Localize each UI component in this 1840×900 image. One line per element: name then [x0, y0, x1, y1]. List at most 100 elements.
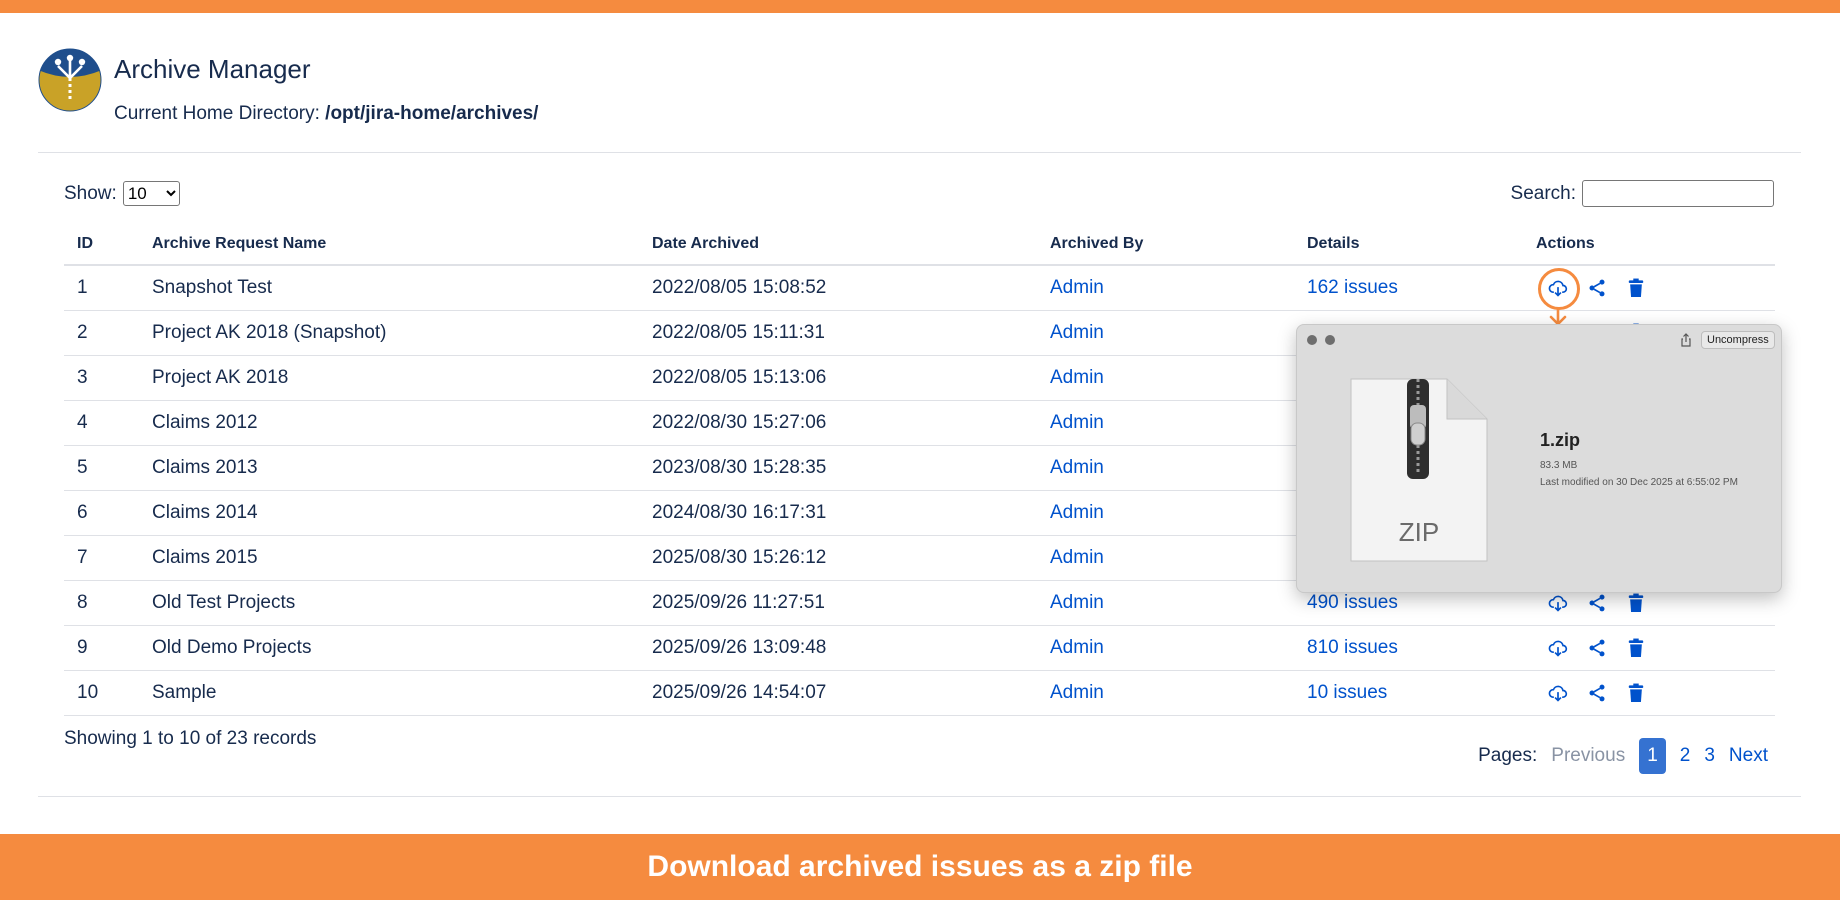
app-title: Archive Manager	[114, 54, 311, 84]
column-header-archived-by[interactable]: Archived By	[1050, 224, 1307, 266]
cell-id: 5	[64, 445, 152, 491]
download-cloud-icon[interactable]	[1548, 638, 1568, 658]
cell-date: 2022/08/05 15:08:52	[652, 265, 1050, 311]
cell-id: 7	[64, 535, 152, 581]
trash-icon[interactable]	[1626, 683, 1646, 703]
column-header-id[interactable]: ID	[64, 224, 152, 266]
zip-preview-window: Uncompress ZIP 1.zip 83.3 MB Last modifi…	[1296, 324, 1782, 593]
home-directory-path: /opt/jira-home/archives/	[325, 103, 539, 124]
cell-date: 2025/09/26 14:54:07	[652, 670, 1050, 716]
page-2-button[interactable]: 2	[1680, 745, 1691, 767]
cell-name: Project AK 2018 (Snapshot)	[152, 310, 652, 356]
cell-id: 8	[64, 580, 152, 626]
search-input[interactable]	[1582, 180, 1774, 207]
cell-name: Claims 2012	[152, 400, 652, 446]
share-icon[interactable]	[1587, 638, 1607, 658]
cell-id: 1	[64, 265, 152, 311]
trash-icon[interactable]	[1626, 638, 1646, 658]
archived-by-link[interactable]: Admin	[1050, 490, 1307, 536]
cell-actions	[1536, 625, 1775, 671]
show-label: Show:	[64, 182, 117, 204]
cell-name: Sample	[152, 670, 652, 716]
download-cloud-icon[interactable]	[1548, 683, 1568, 703]
cell-id: 10	[64, 670, 152, 716]
top-accent-bar	[0, 0, 1840, 13]
archived-by-link[interactable]: Admin	[1050, 445, 1307, 491]
details-link[interactable]: 810 issues	[1307, 625, 1536, 671]
file-modified: Last modified on 30 Dec 2025 at 6:55:02 …	[1540, 477, 1738, 488]
share-sheet-icon[interactable]	[1679, 333, 1693, 347]
table-row: 10 Sample 2025/09/26 14:54:07 Admin 10 issue…	[64, 670, 1775, 716]
cell-date: 2025/09/26 11:27:51	[652, 580, 1050, 626]
cell-actions	[1536, 670, 1775, 716]
close-window-icon[interactable]	[1307, 335, 1317, 345]
cell-id: 9	[64, 625, 152, 671]
previous-page-button[interactable]: Previous	[1551, 745, 1625, 767]
archived-by-link[interactable]: Admin	[1050, 535, 1307, 581]
cell-name: Claims 2013	[152, 445, 652, 491]
cell-id: 3	[64, 355, 152, 401]
table-row: 9 Old Demo Projects 2025/09/26 13:09:48 Adm…	[64, 625, 1775, 671]
header: Archive Manager Current Home Directory: …	[38, 48, 1801, 152]
page-3-button[interactable]: 3	[1704, 745, 1715, 767]
file-name: 1.zip	[1540, 430, 1581, 450]
cell-name: Snapshot Test	[152, 265, 652, 311]
details-link[interactable]: 10 issues	[1307, 670, 1536, 716]
share-icon[interactable]	[1587, 683, 1607, 703]
next-page-button[interactable]: Next	[1729, 745, 1768, 767]
uncompress-button[interactable]: Uncompress	[1701, 331, 1775, 349]
zip-file-icon: ZIP	[1350, 378, 1488, 562]
zip-icon-label: ZIP	[1399, 517, 1439, 547]
file-size: 83.3 MB	[1540, 460, 1578, 471]
cell-date: 2022/08/05 15:11:31	[652, 310, 1050, 356]
cell-date: 2022/08/05 15:13:06	[652, 355, 1050, 401]
cell-date: 2025/08/30 15:26:12	[652, 535, 1050, 581]
search-label: Search:	[1510, 182, 1576, 204]
cell-date: 2023/08/30 15:28:35	[652, 445, 1050, 491]
cell-name: Claims 2015	[152, 535, 652, 581]
archived-by-link[interactable]: Admin	[1050, 625, 1307, 671]
cell-name: Old Test Projects	[152, 580, 652, 626]
cell-id: 4	[64, 400, 152, 446]
archived-by-link[interactable]: Admin	[1050, 310, 1307, 356]
cell-name: Claims 2014	[152, 490, 652, 536]
home-directory-label: Current Home Directory:	[114, 103, 320, 124]
archived-by-link[interactable]: Admin	[1050, 355, 1307, 401]
archived-by-link[interactable]: Admin	[1050, 670, 1307, 716]
column-header-actions: Actions	[1536, 224, 1775, 266]
cell-name: Old Demo Projects	[152, 625, 652, 671]
download-cloud-icon[interactable]	[1548, 593, 1568, 613]
cell-name: Project AK 2018	[152, 355, 652, 401]
archive-logo-icon	[38, 48, 102, 112]
archived-by-link[interactable]: Admin	[1050, 265, 1307, 311]
page-size-select[interactable]: 10	[122, 181, 180, 206]
records-info: Showing 1 to 10 of 23 records	[64, 728, 317, 749]
archived-by-link[interactable]: Admin	[1050, 400, 1307, 446]
cell-date: 2024/08/30 16:17:31	[652, 490, 1050, 536]
archived-by-link[interactable]: Admin	[1050, 580, 1307, 626]
caption-banner: Download archived issues as a zip file	[0, 834, 1840, 900]
table-row: 1 Snapshot Test 2022/08/05 15:08:52 Admin 16…	[64, 265, 1775, 311]
share-icon[interactable]	[1587, 593, 1607, 613]
cell-id: 6	[64, 490, 152, 536]
column-header-name[interactable]: Archive Request Name	[152, 224, 652, 266]
divider	[38, 152, 1801, 153]
search-control: Search:	[1511, 180, 1774, 207]
minimize-window-icon[interactable]	[1325, 335, 1335, 345]
pages-label: Pages:	[1478, 745, 1538, 766]
details-link[interactable]: 162 issues	[1307, 265, 1536, 311]
trash-icon[interactable]	[1626, 278, 1646, 298]
cell-id: 2	[64, 310, 152, 356]
divider	[38, 796, 1801, 797]
table-header-row: ID Archive Request Name Date Archived Ar…	[64, 224, 1775, 266]
share-icon[interactable]	[1587, 278, 1607, 298]
home-directory: Current Home Directory: /opt/jira-home/a…	[114, 103, 538, 125]
trash-icon[interactable]	[1626, 593, 1646, 613]
column-header-details[interactable]: Details	[1307, 224, 1536, 266]
column-header-date[interactable]: Date Archived	[652, 224, 1050, 266]
page-1-button[interactable]: 1	[1639, 738, 1666, 774]
download-highlight-ring	[1538, 268, 1580, 310]
cell-date: 2025/09/26 13:09:48	[652, 625, 1050, 671]
cell-date: 2022/08/30 15:27:06	[652, 400, 1050, 446]
page-size-control: Show: 10	[64, 181, 180, 206]
